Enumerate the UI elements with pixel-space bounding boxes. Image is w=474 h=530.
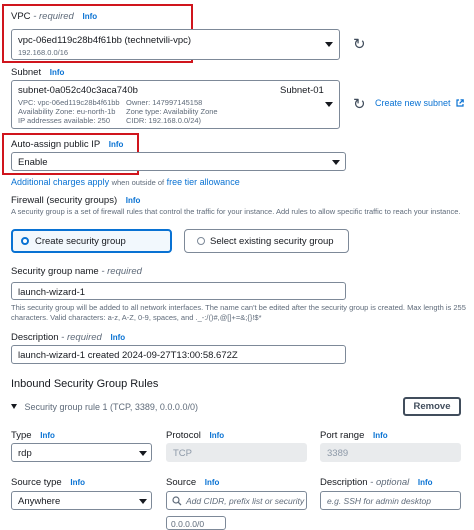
sg-name-label: Security group name bbox=[11, 266, 99, 277]
sg-desc-label-row: Description - required Info bbox=[11, 332, 125, 343]
source-info-link[interactable]: Info bbox=[205, 478, 220, 487]
protocol-info-link[interactable]: Info bbox=[210, 431, 225, 440]
chevron-down-icon bbox=[325, 42, 333, 47]
public-ip-label: Auto-assign public IP bbox=[11, 139, 101, 150]
radio-unselected-icon bbox=[197, 237, 205, 245]
type-select[interactable]: rdp bbox=[11, 443, 152, 462]
subnet-ip-line: IP addresses available: 250 bbox=[18, 116, 111, 125]
existing-sg-option[interactable]: Select existing security group bbox=[184, 229, 349, 253]
public-ip-select[interactable]: Enable bbox=[11, 152, 346, 171]
vpc-required: - required bbox=[33, 11, 74, 22]
create-subnet-link[interactable]: Create new subnet bbox=[375, 98, 464, 108]
port-label: Port range bbox=[320, 430, 365, 441]
sg-desc-label: Description bbox=[11, 332, 59, 343]
firewall-label: Firewall (security groups) bbox=[11, 195, 118, 206]
caret-down-icon bbox=[11, 404, 17, 409]
chevron-down-icon bbox=[332, 160, 340, 165]
subnet-refresh-icon[interactable]: ↻ bbox=[353, 95, 366, 113]
free-tier-link[interactable]: free tier allowance bbox=[167, 177, 240, 187]
protocol-label-row: Protocol Info bbox=[166, 430, 224, 441]
rule-title: Security group rule 1 (TCP, 3389, 0.0.0.… bbox=[24, 402, 198, 412]
create-sg-option[interactable]: Create security group bbox=[11, 229, 172, 253]
create-sg-label: Create security group bbox=[35, 236, 126, 247]
sg-desc-info-link[interactable]: Info bbox=[110, 333, 125, 342]
sg-desc-value: launch-wizard-1 created 2024-09-27T13:00… bbox=[18, 350, 238, 361]
source-token-value: 0.0.0.0/0 bbox=[171, 519, 205, 529]
rule-desc-optional: - optional bbox=[370, 477, 410, 488]
sg-name-value: launch-wizard-1 bbox=[18, 287, 86, 298]
sg-name-input[interactable]: launch-wizard-1 bbox=[11, 282, 346, 300]
public-ip-info-link[interactable]: Info bbox=[109, 140, 124, 149]
sg-name-label-row: Security group name - required bbox=[11, 266, 142, 277]
inbound-title: Inbound Security Group Rules bbox=[11, 378, 159, 390]
vpc-select-value: vpc-06ed119c28b4f61bb (technetvili-vpc) bbox=[18, 35, 192, 46]
sg-desc-required: - required bbox=[61, 332, 102, 343]
subnet-name: Subnet-01 bbox=[280, 85, 324, 96]
subnet-select[interactable]: subnet-0a052c40c3aca740b Subnet-01 VPC: … bbox=[11, 80, 340, 129]
additional-charges-link[interactable]: Additional charges apply bbox=[11, 177, 109, 187]
source-token-chip[interactable]: 0.0.0.0/0 bbox=[166, 516, 226, 530]
rule-desc-label: Description bbox=[320, 477, 368, 488]
vpc-refresh-icon[interactable]: ↻ bbox=[353, 35, 366, 53]
charges-note: Additional charges apply when outside of… bbox=[11, 177, 240, 187]
vpc-select[interactable]: vpc-06ed119c28b4f61bb (technetvili-vpc) … bbox=[11, 29, 340, 60]
protocol-label: Protocol bbox=[166, 430, 201, 441]
rule-desc-placeholder: e.g. SSH for admin desktop bbox=[327, 496, 431, 506]
subnet-label: Subnet bbox=[11, 67, 42, 78]
vpc-info-link[interactable]: Info bbox=[83, 12, 98, 21]
public-ip-label-row: Auto-assign public IP Info bbox=[11, 139, 123, 150]
chevron-down-icon bbox=[325, 102, 333, 107]
port-label-row: Port range Info bbox=[320, 430, 388, 441]
rule-desc-info-link[interactable]: Info bbox=[418, 478, 433, 487]
source-type-label-row: Source type Info bbox=[11, 477, 85, 488]
vpc-label: VPC bbox=[11, 11, 31, 22]
vpc-label-row: VPC - required Info bbox=[11, 11, 97, 22]
source-input[interactable]: Add CIDR, prefix list or security bbox=[166, 491, 307, 510]
sg-desc-input[interactable]: launch-wizard-1 created 2024-09-27T13:00… bbox=[11, 345, 346, 364]
vpc-cidr: 192.168.0.0/16 bbox=[18, 48, 69, 57]
firewall-info-link[interactable]: Info bbox=[126, 196, 141, 205]
port-range-field: 3389 bbox=[320, 443, 461, 462]
chevron-down-icon bbox=[139, 499, 147, 504]
search-icon bbox=[172, 496, 182, 506]
type-info-link[interactable]: Info bbox=[40, 431, 55, 440]
public-ip-value: Enable bbox=[18, 157, 48, 168]
firewall-label-row: Firewall (security groups) Info bbox=[11, 195, 140, 206]
subnet-cidr-line: CIDR: 192.168.0.0/24) bbox=[126, 116, 202, 125]
protocol-field: TCP bbox=[166, 443, 307, 462]
rule-desc-label-row: Description - optional Info bbox=[320, 477, 433, 488]
type-label-row: Type Info bbox=[11, 430, 55, 441]
type-value: rdp bbox=[18, 448, 32, 459]
port-value: 3389 bbox=[327, 448, 349, 459]
remove-label: Remove bbox=[413, 401, 451, 412]
port-info-link[interactable]: Info bbox=[373, 431, 388, 440]
source-type-value: Anywhere bbox=[18, 496, 61, 507]
radio-selected-icon bbox=[21, 237, 29, 245]
charges-mid-text: when outside of bbox=[111, 178, 165, 187]
type-label: Type bbox=[11, 430, 32, 441]
source-placeholder: Add CIDR, prefix list or security bbox=[186, 496, 305, 506]
firewall-description: A security group is a set of firewall ru… bbox=[11, 207, 461, 216]
rule-description-input[interactable]: e.g. SSH for admin desktop bbox=[320, 491, 461, 510]
protocol-value: TCP bbox=[173, 448, 192, 459]
existing-sg-label: Select existing security group bbox=[210, 236, 334, 247]
rule-header[interactable]: Security group rule 1 (TCP, 3389, 0.0.0.… bbox=[11, 402, 198, 412]
external-link-icon bbox=[456, 99, 464, 107]
source-label-row: Source Info bbox=[166, 477, 219, 488]
subnet-info-link[interactable]: Info bbox=[50, 68, 65, 77]
remove-rule-button[interactable]: Remove bbox=[403, 397, 461, 416]
source-label: Source bbox=[166, 477, 197, 488]
source-type-select[interactable]: Anywhere bbox=[11, 491, 152, 510]
create-subnet-label: Create new subnet bbox=[375, 98, 451, 108]
chevron-down-icon bbox=[139, 451, 147, 456]
source-type-label: Source type bbox=[11, 477, 62, 488]
source-type-info-link[interactable]: Info bbox=[70, 478, 85, 487]
sg-name-hint: This security group will be added to all… bbox=[11, 303, 466, 322]
subnet-label-row: Subnet Info bbox=[11, 67, 64, 78]
subnet-id: subnet-0a052c40c3aca740b bbox=[18, 85, 138, 96]
sg-name-required: - required bbox=[101, 266, 142, 277]
